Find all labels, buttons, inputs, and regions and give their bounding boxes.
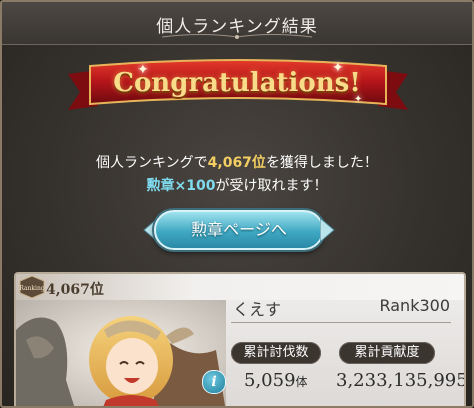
player-name: くえす bbox=[233, 300, 282, 319]
character-portrait bbox=[16, 300, 226, 406]
sparkle-icon: ✦ bbox=[137, 62, 149, 78]
ranking-result-window: 個人ランキング結果 Congratulations! ✦ ✦ ✦ 個人ランキング… bbox=[0, 0, 474, 408]
medal-page-button[interactable]: 勲章ページへ bbox=[154, 210, 324, 250]
message-prefix: 個人ランキングで bbox=[96, 155, 208, 171]
card-divider bbox=[231, 322, 451, 323]
title-ornament bbox=[162, 34, 312, 39]
ranking-message: 個人ランキングで4,067位を獲得しました！ bbox=[2, 152, 472, 172]
info-icon[interactable]: i bbox=[202, 370, 226, 394]
sparkle-icon: ✦ bbox=[332, 60, 344, 76]
player-rank-level: Rank300 bbox=[379, 296, 450, 315]
button-wing-right bbox=[320, 217, 335, 243]
kills-value: 5,059体 bbox=[244, 370, 308, 391]
player-ranking-card: Ranking 4,067位 くえす Rank300 累計討伐数 累計貢献度 i… bbox=[14, 272, 466, 406]
kills-number: 5,059 bbox=[244, 370, 296, 391]
contribution-label: 累計貢献度 bbox=[339, 342, 435, 364]
ranking-badge-text: Ranking bbox=[19, 285, 45, 292]
sparkle-icon: ✦ bbox=[354, 94, 363, 105]
contribution-value: 3,233,135,995 bbox=[336, 370, 466, 391]
title-bar: 個人ランキング結果 bbox=[2, 2, 472, 45]
message-suffix: を獲得しました！ bbox=[265, 155, 378, 171]
kills-label: 累計討伐数 bbox=[231, 342, 321, 364]
rank-position: 4,067位 bbox=[46, 282, 104, 298]
kills-unit: 体 bbox=[295, 375, 308, 389]
message-rank: 4,067位 bbox=[207, 155, 266, 171]
reward-message: 勲章×100が受け取れます！ bbox=[2, 175, 472, 195]
reward-amount: 勲章×100 bbox=[146, 178, 216, 194]
ranking-badge-icon: Ranking bbox=[19, 275, 45, 299]
congratulations-text: Congratulations! bbox=[113, 68, 361, 98]
reward-suffix: が受け取れます！ bbox=[215, 178, 328, 194]
